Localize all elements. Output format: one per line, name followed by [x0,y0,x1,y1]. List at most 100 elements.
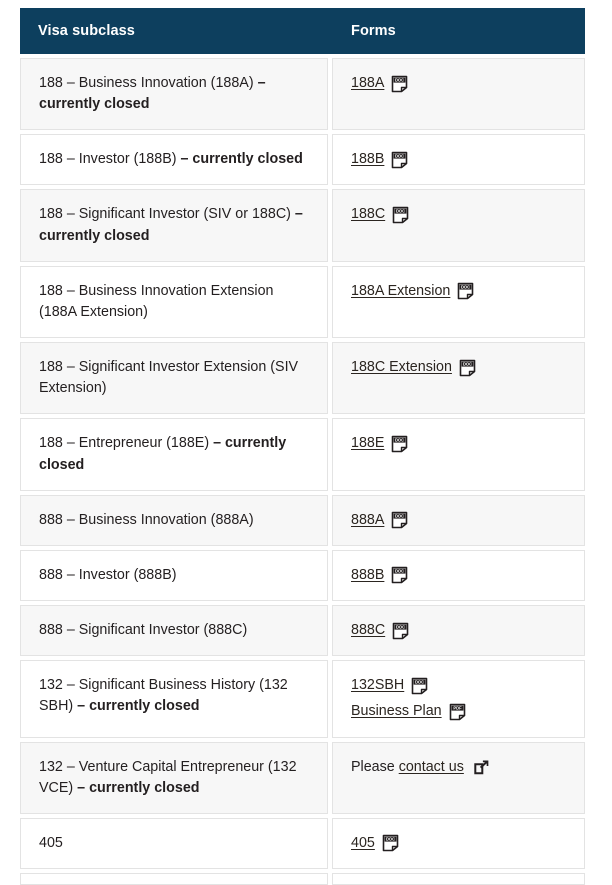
table-cell-forms: 188C Extension DOC [332,342,585,415]
form-link[interactable]: 188B DOC [351,149,408,170]
form-link-label: 188A Extension [351,282,451,299]
svg-text:DOC: DOC [415,679,424,684]
table-cell-visa-subclass: 188 – Business Innovation (188A) – curre… [20,58,328,131]
svg-text:DOC: DOC [396,209,405,214]
form-link[interactable]: Business Plan PDF [351,701,466,722]
table-row-partial-cutoff [20,872,585,885]
visa-subclass-text: 888 – Business Innovation (888A) [39,511,254,528]
table-cell-forms: 188C DOC [332,189,585,262]
form-link[interactable]: 188A DOC [351,73,408,94]
table-row: 888 – Business Innovation (888A) 888A DOC [20,494,585,546]
form-link[interactable]: 405 DOC [351,833,399,854]
doc-icon: DOC [382,834,399,852]
form-link[interactable]: 188A Extension DOC [351,281,474,302]
form-link-line: 188A DOC [351,73,566,94]
table-cell-forms: 888B DOC [332,549,585,602]
visa-subclass-status-text: – currently closed [180,151,303,168]
form-link[interactable]: contact us [399,757,489,778]
visa-forms-table: Visa subclass Forms 188 – Business Innov… [20,8,585,885]
svg-text:DOC: DOC [395,77,404,82]
form-link-label: 188A [351,75,385,91]
doc-icon: DOC [391,435,408,453]
table-cell-visa-subclass: 132 – Venture Capital Entrepreneur (132 … [20,741,328,814]
page-root: Visa subclass Forms 188 – Business Innov… [0,0,612,885]
doc-icon: DOC [457,282,474,300]
form-link-label: 188C [351,206,386,223]
visa-subclass-status-text: – currently closed [77,779,200,796]
doc-icon: DOC [391,75,408,93]
table-cell-forms: 188A Extension DOC [332,265,585,339]
form-link[interactable]: 188C DOC [351,204,409,225]
table-row: 188 – Entrepreneur (188E) – currently cl… [20,418,585,491]
form-link-line: 888A DOC [351,510,566,531]
pdf-icon: PDF [449,703,466,721]
form-link-label: 888C [351,622,386,639]
svg-text:DOC: DOC [386,837,395,842]
form-link-line: 188C Extension DOC [351,357,566,378]
table-row: 888 – Investor (888B) 888B DOC [20,549,585,602]
table-row: 188 – Investor (188B) – currently closed… [20,134,585,186]
visa-subclass-text: 188 – Business Innovation (188A) [39,75,258,91]
form-link-line: 188E DOC [351,433,566,454]
table-cell-forms: 188B DOC [332,134,585,186]
visa-subclass-text: 188 – Business Innovation Extension (188… [39,282,274,320]
table-cell-visa-subclass: 888 – Business Innovation (888A) [20,494,328,546]
table-cell-forms: 132SBH DOC Business Plan PDF [332,660,585,738]
form-link-line: Please contact us [351,757,566,778]
form-link-label: 132SBH [351,677,405,694]
svg-text:DOC: DOC [463,361,472,366]
table-body: 188 – Business Innovation (188A) – curre… [20,58,585,869]
form-link-line: 132SBH DOC [351,675,566,696]
form-link-label: 188C Extension [351,359,452,376]
visa-subclass-text: 888 – Investor (888B) [39,566,177,583]
doc-icon: DOC [459,359,476,377]
svg-text:DOC: DOC [461,285,470,290]
table-cell-visa-subclass: 888 – Investor (888B) [20,549,328,602]
visa-subclass-text: 888 – Significant Investor (888C) [39,622,248,639]
svg-text:DOC: DOC [395,514,404,519]
table-cell-visa-subclass: 188 – Significant Investor Extension (SI… [20,342,328,415]
doc-icon: DOC [392,622,409,640]
table-cell-visa-subclass: 188 – Business Innovation Extension (188… [20,265,328,339]
form-link[interactable]: 188C Extension DOC [351,357,476,378]
form-link[interactable]: 888B DOC [351,565,408,586]
table-cell-visa-subclass: 405 [20,817,328,869]
visa-subclass-text: 405 [39,834,63,851]
table-cell-forms: 188E DOC [332,418,585,491]
form-link[interactable]: 188E DOC [351,433,408,454]
form-link-line: 188C DOC [351,204,566,225]
form-link-label: 188B [351,151,385,168]
form-link-line: 188A Extension DOC [351,281,566,302]
table-cell-visa-subclass: 888 – Significant Investor (888C) [20,605,328,657]
table-cell-forms: 888A DOC [332,494,585,546]
table-cell-visa-subclass: 188 – Significant Investor (SIV or 188C)… [20,189,328,262]
svg-text:DOC: DOC [396,624,405,629]
form-link-label: contact us [398,758,464,775]
table-row: 188 – Business Innovation (188A) – curre… [20,58,585,131]
doc-icon: DOC [391,511,408,529]
table-cell-forms [332,872,585,885]
table-cell-visa-subclass [20,872,328,885]
table-cell-forms: 888C DOC [332,605,585,657]
doc-icon: DOC [391,566,408,584]
table-row: 132 – Venture Capital Entrepreneur (132 … [20,741,585,814]
svg-text:DOC: DOC [395,438,404,443]
table-cell-visa-subclass: 188 – Entrepreneur (188E) – currently cl… [20,418,328,491]
svg-text:DOC: DOC [395,569,404,574]
form-link[interactable]: 888A DOC [351,510,408,531]
svg-text:PDF: PDF [453,706,462,711]
table-row: 405 405 DOC [20,817,585,869]
form-link[interactable]: 132SBH DOC [351,675,428,696]
doc-icon: DOC [391,151,408,169]
form-link-line: 405 DOC [351,833,566,854]
table-row: 188 – Significant Investor (SIV or 188C)… [20,189,585,262]
form-link[interactable]: 888C DOC [351,620,409,641]
form-link-line: 888B DOC [351,565,566,586]
form-link-label: 888A [351,511,385,528]
column-header-visa-subclass: Visa subclass [38,23,135,39]
table-row: 888 – Significant Investor (888C) 888C DOC [20,605,585,657]
external-link-icon [474,760,489,775]
table-cell-visa-subclass: 132 – Significant Business History (132 … [20,660,328,738]
visa-subclass-text: 188 – Entrepreneur (188E) [39,435,214,452]
form-link-label: 405 [351,834,375,851]
